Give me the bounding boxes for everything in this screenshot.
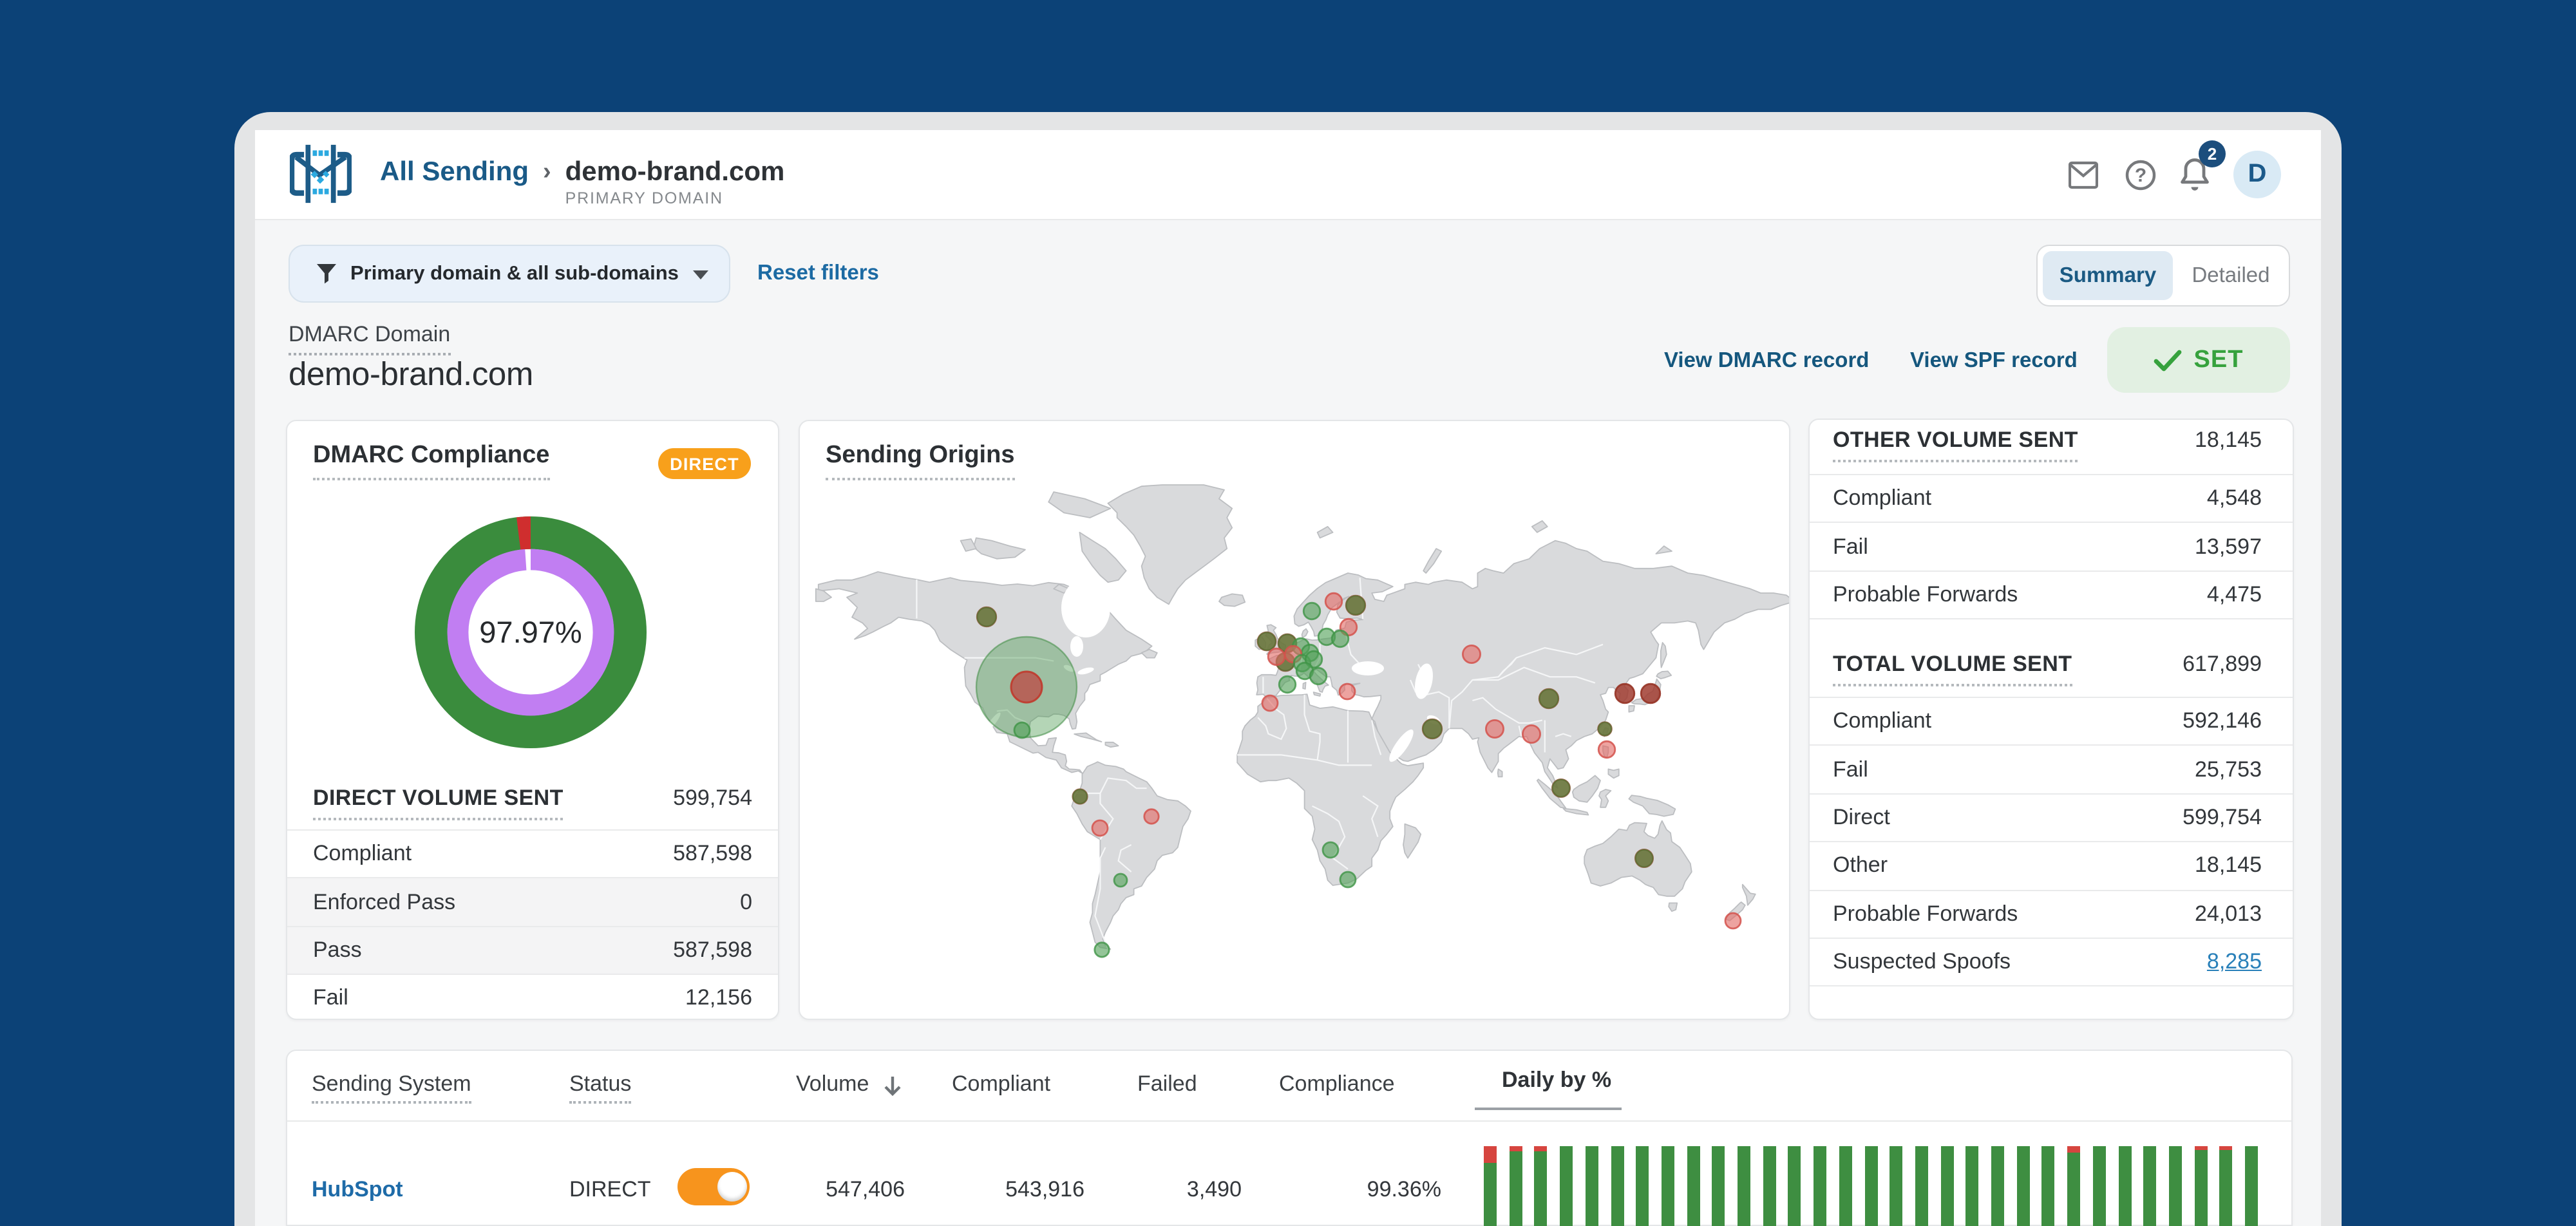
svg-text:?: ? [2135,165,2146,186]
svg-text:97.97%: 97.97% [478,615,581,649]
